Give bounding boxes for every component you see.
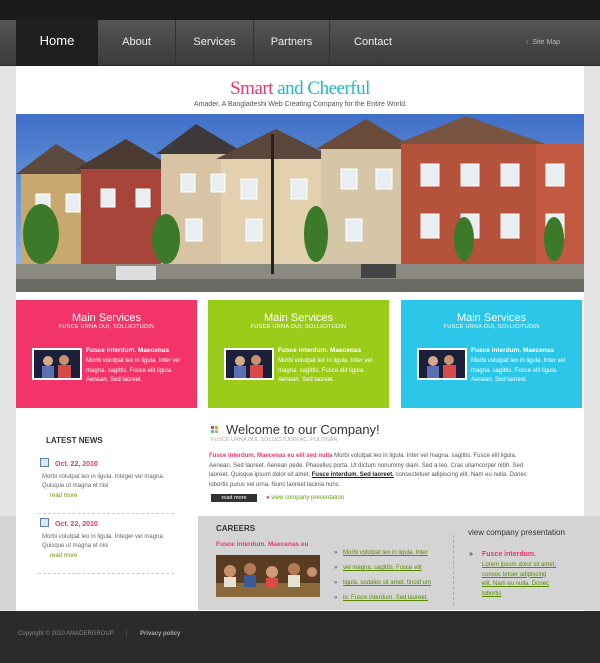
nav-contact[interactable]: Contact bbox=[330, 20, 416, 66]
hero-image bbox=[16, 114, 584, 292]
nav-about[interactable]: About bbox=[98, 20, 176, 66]
service-subtitle: FUSCE URNA DUI, SOLLICITUDIN bbox=[443, 324, 540, 330]
careers-heading: Fusce interdum. Maecenas eu bbox=[216, 541, 309, 548]
welcome-title: Welcome to our Company! bbox=[226, 422, 380, 437]
news-item: Oct. 22, 2010 Morbi volutpat leo in ligu… bbox=[40, 518, 170, 559]
service-title: Main Services bbox=[456, 312, 527, 324]
news-read-more-link[interactable]: read more bbox=[40, 493, 170, 499]
service-text: Morbi volutpat leo in ligula. Inter vel … bbox=[86, 358, 181, 383]
sitemap-label: Site Map bbox=[532, 39, 560, 46]
divider bbox=[453, 535, 454, 605]
presentation-text-link[interactable]: Lorem ipsum dolor sit amet, consec tetue… bbox=[482, 561, 557, 599]
top-bar bbox=[0, 0, 600, 20]
service-photo bbox=[224, 348, 274, 380]
color-squares-icon bbox=[211, 426, 219, 434]
news-date: Oct. 22, 2010 bbox=[55, 461, 98, 468]
latest-news-title: LATEST NEWS bbox=[46, 436, 103, 445]
careers-link[interactable]: vel magna. sagittis. Fusce elit bbox=[334, 564, 444, 579]
careers-links: Morbi volutpat leo in ligula. Inter vel … bbox=[334, 549, 444, 609]
bullet-icon: › bbox=[526, 39, 529, 46]
slogan: Smart and Cheerful bbox=[16, 78, 584, 100]
service-subtitle: FUSCE URNA DUI, SOLLICITUDIN bbox=[250, 324, 347, 330]
news-read-more-link[interactable]: read more bbox=[40, 553, 170, 559]
service-title: Main Services bbox=[71, 312, 142, 324]
careers-title: CAREERS bbox=[216, 524, 256, 533]
careers-link[interactable]: in. Fusce interdum. Sed laoreet. bbox=[334, 594, 444, 609]
footer: Copyright © 2010 AMADERGROUP | Privacy p… bbox=[0, 611, 600, 663]
welcome-highlight: Fusce interdum. Maecenas eu elit sed nul… bbox=[209, 453, 333, 459]
service-subtitle: FUSCE URNA DUI, SOLLICITUDIN bbox=[58, 324, 155, 330]
service-text: Morbi volutpat leo in ligula. Inter vel … bbox=[471, 358, 566, 383]
bullet-icon: ● bbox=[266, 495, 270, 501]
news-date-row: Oct. 22, 2010 bbox=[40, 518, 170, 530]
news-divider bbox=[38, 573, 174, 574]
nav-services[interactable]: Services bbox=[176, 20, 254, 66]
copyright: Copyright © 2010 AMADERGROUP bbox=[18, 631, 114, 637]
service-heading: Fusce interdum. Maecenas bbox=[471, 347, 555, 354]
news-date: Oct. 22, 2010 bbox=[55, 521, 98, 528]
band-left bbox=[0, 516, 16, 610]
read-more-button[interactable]: read more bbox=[211, 494, 257, 502]
service-box-1: Main Services FUSCE URNA DUI, SOLLICITUD… bbox=[16, 300, 197, 408]
careers-link[interactable]: ligula. sodales sit amet. tincid unt bbox=[334, 579, 444, 594]
service-title: Main Services bbox=[263, 312, 334, 324]
footer-separator: | bbox=[126, 631, 128, 637]
service-heading: Fusce interdum. Maecenas bbox=[86, 347, 170, 354]
service-photo bbox=[32, 348, 82, 380]
calendar-icon bbox=[40, 458, 49, 467]
service-heading: Fusce interdum. Maecenas bbox=[278, 347, 362, 354]
welcome-subtitle: FUSCE URNA DUI, SOLLICITUDIN AC, PULVINA… bbox=[211, 437, 338, 443]
nav-home[interactable]: Home bbox=[16, 18, 98, 68]
slogan-and: and bbox=[277, 78, 304, 99]
company-presentation-link[interactable]: ● view company presentation bbox=[266, 495, 344, 501]
presentation-title: view company presentation bbox=[468, 528, 565, 537]
news-item: Oct. 22, 2010 Morbi volutpat leo in ligu… bbox=[40, 458, 170, 499]
news-text: Morbi volutpat leo in ligula. Integer ve… bbox=[42, 474, 165, 489]
news-date-row: Oct. 22, 2010 bbox=[40, 458, 170, 470]
company-presentation-label: view company presentation bbox=[271, 495, 345, 501]
presentation-heading: Fusce interdum. bbox=[469, 551, 536, 558]
careers-photo bbox=[216, 555, 320, 597]
tagline: Amader, A Bangladeshi Web Creating Compa… bbox=[194, 101, 407, 108]
service-box-2: Main Services FUSCE URNA DUI, SOLLICITUD… bbox=[208, 300, 389, 408]
news-text: Morbi volutpat leo in ligula. Integer ve… bbox=[42, 534, 165, 549]
welcome-text: Fusce interdum. Maecenas eu elit sed nul… bbox=[209, 452, 529, 490]
service-box-3: Main Services FUSCE URNA DUI, SOLLICITUD… bbox=[401, 300, 582, 408]
service-photo bbox=[417, 348, 467, 380]
nav-partners[interactable]: Partners bbox=[254, 20, 330, 66]
calendar-icon bbox=[40, 518, 49, 527]
slogan-smart: Smart bbox=[230, 78, 273, 99]
welcome-underlined-link[interactable]: Fusce interdum. Sed laoreet. bbox=[312, 472, 394, 478]
careers-link[interactable]: Morbi volutpat leo in ligula. Inter bbox=[334, 549, 444, 564]
slogan-cheerful: Cheerful bbox=[307, 78, 370, 99]
main-nav: Home About Services Partners Contact › Si… bbox=[0, 18, 600, 68]
privacy-policy-link[interactable]: Privacy policy bbox=[140, 631, 180, 637]
sitemap-link[interactable]: › Site Map bbox=[526, 20, 560, 66]
service-text: Morbi volutpat leo in ligula. Inter vel … bbox=[278, 358, 373, 383]
news-divider bbox=[38, 513, 174, 514]
